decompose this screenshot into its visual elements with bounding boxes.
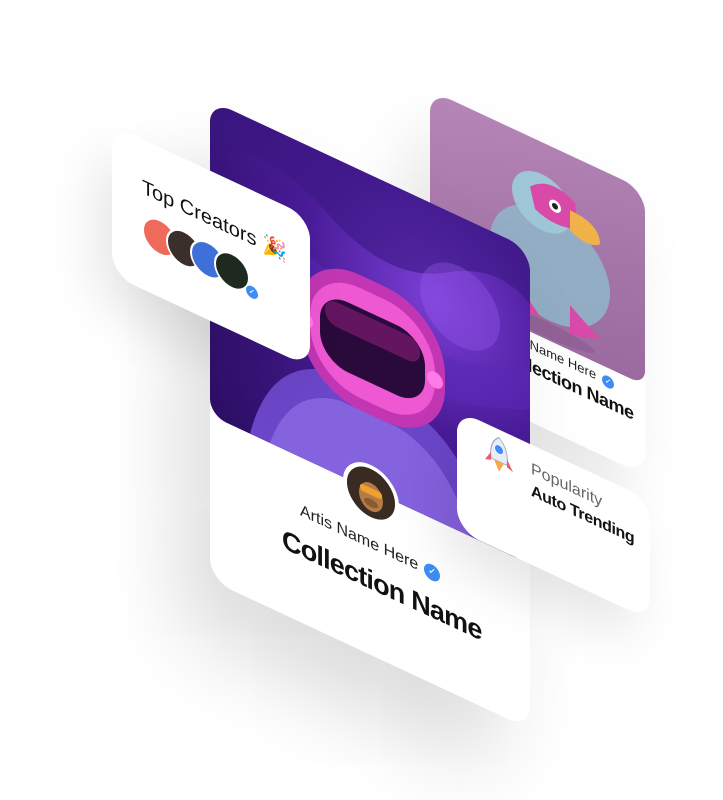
verified-badge-icon: ✓: [246, 283, 258, 302]
verified-badge-icon: ✓: [424, 560, 441, 585]
party-popper-icon: 🎉: [262, 231, 287, 266]
nft-showcase-scene: Artis Name Here ✓ Collection Name Artis …: [0, 0, 723, 800]
creator-avatar-4[interactable]: [214, 244, 250, 298]
verified-badge-icon: ✓: [602, 372, 615, 391]
